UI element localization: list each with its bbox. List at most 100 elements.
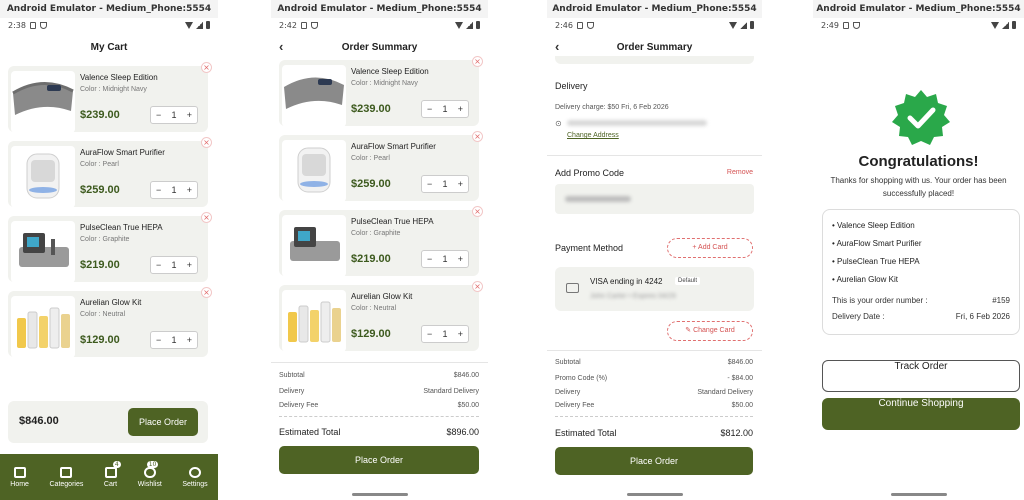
promo-code-input[interactable]	[555, 184, 754, 214]
minus-icon[interactable]: −	[156, 260, 161, 270]
row-value: $846.00	[453, 372, 479, 379]
remove-icon[interactable]: ×	[472, 281, 483, 292]
signal-icon	[466, 21, 473, 29]
remove-icon[interactable]: ×	[201, 212, 212, 223]
nav-categories[interactable]: Categories	[49, 466, 84, 488]
track-order-button[interactable]: Track Order	[822, 360, 1020, 392]
checkout-bar: $846.00 Place Order	[8, 401, 208, 443]
minus-icon[interactable]: −	[427, 329, 432, 339]
quantity-stepper[interactable]: −1 +	[421, 325, 469, 343]
plus-icon[interactable]: +	[187, 260, 192, 270]
product-color: Color : Midnight Navy	[80, 86, 147, 93]
subtotal-row: Subtotal $846.00	[279, 372, 479, 379]
product-price: $239.00	[80, 109, 120, 121]
quantity-stepper[interactable]: −1 +	[150, 106, 198, 124]
plus-icon[interactable]: +	[187, 335, 192, 345]
minus-icon[interactable]: −	[156, 185, 161, 195]
change-card-button[interactable]: ✎ Change Card	[667, 321, 753, 341]
add-card-button[interactable]: + Add Card	[667, 238, 753, 258]
change-address-link[interactable]: Change Address	[567, 132, 619, 139]
status-time: 2:42	[279, 20, 297, 30]
nav-label: Categories	[49, 480, 84, 488]
divider	[555, 416, 753, 417]
home-indicator	[351, 493, 408, 496]
quantity-stepper[interactable]: −1 +	[150, 181, 198, 199]
row-label: Subtotal	[279, 372, 305, 379]
delivery-date: Fri, 6 Feb 2026	[955, 312, 1010, 321]
payment-card[interactable]: VISA ending in 4242 Default John Carter …	[555, 267, 754, 311]
back-arrow-icon[interactable]: ‹	[555, 39, 559, 54]
quantity-stepper[interactable]: −1 +	[421, 100, 469, 118]
cart-screen: Android Emulator - Medium_Phone:5554 2:3…	[0, 0, 218, 500]
cart-item[interactable]: Valence Sleep Edition Color : Midnight N…	[8, 62, 212, 133]
signal-icon	[740, 21, 747, 29]
nav-label: Home	[10, 480, 29, 488]
quantity-stepper[interactable]: −1 +	[150, 331, 198, 349]
product-price: $259.00	[80, 184, 120, 196]
remove-icon[interactable]: ×	[472, 56, 483, 67]
nav-home[interactable]: Home	[10, 466, 29, 488]
remove-icon[interactable]: ×	[201, 137, 212, 148]
nav-wishlist[interactable]: 10 Wishlist	[138, 460, 162, 488]
item-name: Aurelian Glow Kit	[836, 275, 898, 284]
plus-icon[interactable]: +	[458, 179, 463, 189]
bottom-nav: Home Categories 4 Cart 10 Wishlist Setting…	[0, 454, 218, 500]
delivery-heading: Delivery	[555, 81, 588, 91]
nav-cart[interactable]: 4 Cart	[104, 460, 121, 488]
product-image	[282, 215, 346, 277]
row-value: $846.00	[727, 359, 753, 366]
cart-item[interactable]: PulseClean True HEPA Color : Graphite $2…	[8, 212, 212, 283]
place-order-button[interactable]: Place Order	[128, 408, 198, 436]
plus-icon[interactable]: +	[458, 329, 463, 339]
quantity-value: 1	[442, 329, 448, 339]
plus-icon[interactable]: +	[458, 104, 463, 114]
quantity-stepper[interactable]: −1 +	[421, 250, 469, 268]
minus-icon[interactable]: −	[427, 104, 432, 114]
product-name: PulseClean True HEPA	[80, 223, 163, 232]
remove-icon[interactable]: ×	[472, 206, 483, 217]
plus-icon[interactable]: +	[187, 185, 192, 195]
card-holder-blurred: John Carter • Expires 04/29	[590, 293, 676, 300]
minus-icon[interactable]: −	[156, 335, 161, 345]
cart-item[interactable]: Aurelian Glow Kit Color : Neutral $129.0…	[8, 287, 212, 358]
quantity-stepper[interactable]: −1 +	[150, 256, 198, 274]
minus-icon[interactable]: −	[427, 254, 432, 264]
quantity-stepper[interactable]: −1 +	[421, 175, 469, 193]
cart-total: $846.00	[19, 415, 59, 427]
product-name: AuraFlow Smart Purifier	[80, 148, 165, 157]
quantity-value: 1	[171, 185, 177, 195]
row-value: - $84.00	[727, 375, 753, 382]
quantity-value: 1	[171, 335, 177, 345]
order-item: Aurelian Glow Kit Color : Neutral $129.0…	[279, 281, 483, 352]
row-label: Delivery	[279, 388, 305, 395]
order-success-screen: Android Emulator - Medium_Phone:5554 2:4…	[813, 0, 1024, 500]
order-summary-payment-screen: Android Emulator - Medium_Phone:5554 2:4…	[547, 0, 762, 500]
back-arrow-icon[interactable]: ‹	[279, 39, 283, 54]
home-indicator	[626, 493, 683, 496]
plus-icon[interactable]: +	[187, 110, 192, 120]
remove-icon[interactable]: ×	[472, 131, 483, 142]
product-name: AuraFlow Smart Purifier	[351, 142, 436, 151]
continue-shopping-button[interactable]: Continue Shopping	[822, 398, 1020, 430]
row-label: Delivery Fee	[279, 402, 319, 409]
place-order-button[interactable]: Place Order	[555, 447, 753, 475]
remove-icon[interactable]: ×	[201, 62, 212, 73]
wifi-icon	[185, 21, 193, 29]
remove-icon[interactable]: ×	[201, 287, 212, 298]
cart-item[interactable]: AuraFlow Smart Purifier Color : Pearl $2…	[8, 137, 212, 208]
plus-icon[interactable]: +	[458, 254, 463, 264]
wifi-icon	[991, 21, 999, 29]
place-order-button[interactable]: Place Order	[279, 446, 479, 474]
remove-promo-link[interactable]: Remove	[727, 169, 753, 176]
header: ‹ Order Summary	[547, 36, 762, 58]
battery-icon	[1012, 21, 1016, 29]
product-name: PulseClean True HEPA	[351, 217, 434, 226]
nav-settings[interactable]: Settings	[182, 466, 208, 488]
order-number: #159	[992, 296, 1010, 305]
cart-icon	[104, 466, 117, 478]
quantity-value: 1	[442, 179, 448, 189]
minus-icon[interactable]: −	[156, 110, 161, 120]
product-name: Valence Sleep Edition	[80, 73, 158, 82]
item-name: PulseClean True HEPA	[837, 257, 920, 266]
minus-icon[interactable]: −	[427, 179, 432, 189]
